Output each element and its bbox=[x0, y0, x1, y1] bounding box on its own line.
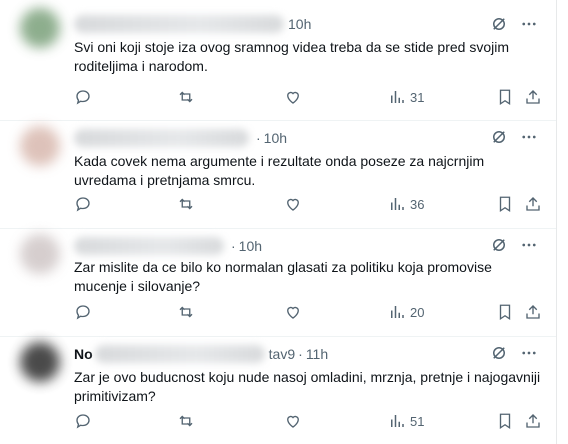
views-icon bbox=[391, 198, 404, 210]
blurred-username bbox=[94, 345, 265, 363]
grok-icon[interactable] bbox=[490, 128, 508, 146]
views-button[interactable]: 31 bbox=[388, 88, 424, 106]
tweet-text: Zar je ovo buducnost koju nude nasoj oml… bbox=[74, 369, 541, 404]
like-icon bbox=[287, 91, 299, 104]
share-icon bbox=[526, 305, 540, 319]
reply-button[interactable] bbox=[74, 195, 92, 213]
avatar[interactable] bbox=[20, 8, 60, 48]
reply-icon bbox=[76, 305, 90, 320]
bookmark-button[interactable] bbox=[496, 303, 514, 321]
tweet-actions: 36 bbox=[70, 194, 546, 214]
views-button[interactable]: 51 bbox=[388, 412, 424, 430]
like-icon bbox=[287, 198, 299, 211]
tweet-text: Zar mislite da ce bilo ko normalan glasa… bbox=[74, 259, 492, 294]
reply-icon bbox=[76, 414, 90, 429]
blurred-username bbox=[74, 129, 249, 147]
views-count: 51 bbox=[410, 413, 425, 429]
like-button[interactable] bbox=[284, 195, 302, 213]
share-button[interactable] bbox=[524, 303, 542, 321]
share-button[interactable] bbox=[524, 195, 542, 213]
reply-button[interactable] bbox=[74, 412, 92, 430]
timeline: 10h Svi oni koji stoje iza ovog sramnog … bbox=[0, 0, 557, 444]
views-count: 20 bbox=[410, 304, 425, 320]
retweet-button[interactable] bbox=[177, 412, 195, 430]
bookmark-button[interactable] bbox=[496, 88, 514, 106]
views-icon bbox=[391, 91, 404, 103]
reply-icon bbox=[76, 90, 90, 105]
grok-icon[interactable] bbox=[490, 344, 508, 362]
retweet-button[interactable] bbox=[177, 88, 195, 106]
tweet-header: No tav9 · 11h bbox=[74, 345, 329, 363]
tweet-actions: 20 bbox=[70, 302, 546, 322]
like-button[interactable] bbox=[284, 88, 302, 106]
tweet-top-actions bbox=[490, 236, 538, 254]
blurred-username bbox=[74, 15, 284, 33]
tweet-actions: 31 bbox=[70, 87, 546, 107]
timestamp[interactable]: 10h bbox=[288, 16, 311, 32]
tweet[interactable]: 10h Svi oni koji stoje iza ovog sramnog … bbox=[0, 0, 556, 121]
display-name[interactable]: No bbox=[74, 346, 93, 362]
tweet-top-actions bbox=[490, 344, 538, 362]
more-icon[interactable] bbox=[520, 236, 538, 254]
views-button[interactable]: 36 bbox=[388, 195, 424, 213]
like-button[interactable] bbox=[284, 303, 302, 321]
tweet-actions: 51 bbox=[70, 411, 546, 431]
retweet-icon bbox=[179, 306, 193, 318]
tweet-top-actions bbox=[490, 15, 538, 33]
grok-icon[interactable] bbox=[490, 15, 508, 33]
tweet[interactable]: · 10h Kada covek nema argumente i rezult… bbox=[0, 120, 556, 229]
bookmark-button[interactable] bbox=[496, 412, 514, 430]
retweet-icon bbox=[179, 198, 193, 210]
tweet-text: Svi oni koji stoje iza ovog sramnog vide… bbox=[74, 39, 509, 74]
tweet-header: 10h bbox=[74, 14, 311, 34]
tweet-header: · 10h bbox=[74, 236, 262, 256]
bookmark-icon bbox=[499, 413, 511, 430]
bookmark-icon bbox=[499, 89, 511, 106]
retweet-icon bbox=[179, 91, 193, 103]
share-button[interactable] bbox=[524, 412, 542, 430]
retweet-button[interactable] bbox=[177, 303, 195, 321]
grok-icon[interactable] bbox=[490, 236, 508, 254]
tweet-top-actions bbox=[490, 128, 538, 146]
reply-button[interactable] bbox=[74, 303, 92, 321]
bookmark-icon bbox=[499, 196, 511, 213]
share-button[interactable] bbox=[524, 88, 542, 106]
share-icon bbox=[526, 414, 540, 428]
bookmark-button[interactable] bbox=[496, 195, 514, 213]
views-icon bbox=[391, 306, 404, 318]
retweet-icon bbox=[179, 415, 193, 427]
tweet-text: Kada covek nema argumente i rezultate on… bbox=[74, 153, 485, 188]
reply-icon bbox=[76, 197, 90, 212]
blurred-username bbox=[74, 237, 224, 255]
reply-button[interactable] bbox=[74, 88, 92, 106]
timestamp[interactable]: 11h bbox=[306, 346, 328, 362]
tweet[interactable]: · 10h Zar mislite da ce bilo ko normalan… bbox=[0, 228, 556, 337]
avatar[interactable] bbox=[20, 234, 60, 274]
share-icon bbox=[526, 90, 540, 104]
share-icon bbox=[526, 197, 540, 211]
more-icon[interactable] bbox=[520, 128, 538, 146]
more-icon[interactable] bbox=[520, 344, 538, 362]
views-count: 36 bbox=[410, 196, 425, 212]
timestamp[interactable]: 10h bbox=[264, 130, 287, 146]
views-count: 31 bbox=[410, 89, 425, 105]
timestamp[interactable]: 10h bbox=[239, 238, 262, 254]
handle[interactable]: tav9 bbox=[269, 346, 295, 362]
like-button[interactable] bbox=[284, 412, 302, 430]
like-icon bbox=[287, 306, 299, 319]
views-icon bbox=[391, 415, 404, 427]
tweet[interactable]: No tav9 · 11h Zar je ovo buducnost koju … bbox=[0, 336, 556, 444]
more-icon[interactable] bbox=[520, 15, 538, 33]
avatar[interactable] bbox=[20, 342, 60, 382]
bookmark-icon bbox=[499, 304, 511, 321]
like-icon bbox=[287, 415, 299, 428]
avatar[interactable] bbox=[20, 126, 60, 166]
views-button[interactable]: 20 bbox=[388, 303, 424, 321]
tweet-header: · 10h bbox=[74, 128, 287, 148]
retweet-button[interactable] bbox=[177, 195, 195, 213]
